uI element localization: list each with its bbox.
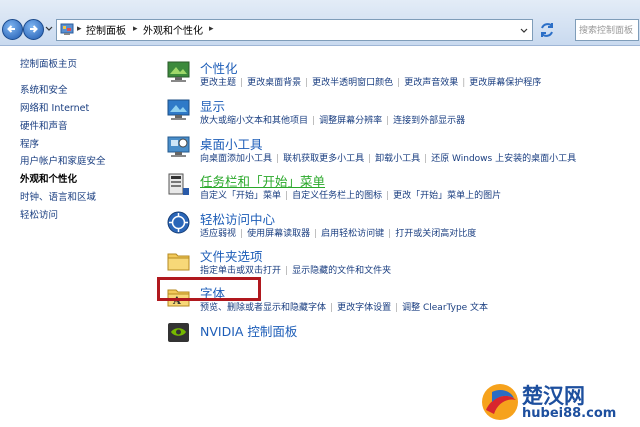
forward-button[interactable] — [23, 19, 44, 40]
breadcrumb-separator[interactable]: ▸ — [133, 24, 138, 34]
link-restore-gadgets[interactable]: 还原 Windows 上安装的桌面小工具 — [431, 154, 576, 164]
address-bar[interactable]: ▸ 控制面板 ▸ 外观和个性化 ▸ — [56, 19, 533, 41]
category-links-ease-of-access: 适应弱视 | 使用屏幕读取器 | 启用轻松访问键 | 打开或关闭高对比度 — [200, 229, 477, 239]
link-high-contrast[interactable]: 打开或关闭高对比度 — [395, 229, 476, 239]
category-links-display: 放大或缩小文本和其他项目 | 调整屏幕分辨率 | 连接到外部显示器 — [200, 116, 466, 126]
folder-options-icon[interactable] — [166, 248, 191, 273]
link-text-size[interactable]: 放大或缩小文本和其他项目 — [200, 116, 308, 126]
personalization-icon[interactable] — [166, 59, 191, 84]
link-change-background[interactable]: 更改桌面背景 — [247, 78, 301, 88]
link-taskbar-icons[interactable]: 自定义任务栏上的图标 — [292, 191, 382, 201]
link-start-picture[interactable]: 更改「开始」菜单上的图片 — [393, 191, 501, 201]
link-resolution[interactable]: 调整屏幕分辨率 — [319, 116, 382, 126]
link-cleartype[interactable]: 调整 ClearType 文本 — [402, 303, 488, 313]
link-click-open[interactable]: 指定单击或双击打开 — [200, 266, 281, 276]
sidebar-item-user-accounts[interactable]: 用户帐户和家庭安全 — [20, 153, 106, 167]
link-window-color[interactable]: 更改半透明窗口颜色 — [312, 78, 393, 88]
arrow-right-icon — [30, 25, 38, 33]
link-access-keys[interactable]: 启用轻松访问键 — [321, 229, 384, 239]
link-screensaver[interactable]: 更改屏幕保护程序 — [469, 78, 541, 88]
breadcrumb-appearance[interactable]: 外观和个性化 — [143, 22, 203, 37]
sidebar-item-home[interactable]: 控制面板主页 — [20, 56, 77, 70]
link-preview-fonts[interactable]: 预览、删除或者显示和隐藏字体 — [200, 303, 326, 313]
address-history-dropdown[interactable] — [518, 24, 530, 36]
sidebar-item-appearance[interactable]: 外观和个性化 — [20, 171, 77, 185]
category-list: 个性化 更改主题 | 更改桌面背景 | 更改半透明窗口颜色 | 更改声音效果 | 更改屏幕保护程… — [153, 46, 640, 427]
display-icon[interactable] — [166, 97, 191, 122]
breadcrumb-separator[interactable]: ▸ — [209, 24, 214, 34]
control-panel-icon — [60, 23, 74, 35]
link-screen-reader[interactable]: 使用屏幕读取器 — [247, 229, 310, 239]
search-placeholder: 搜索控制面板 — [579, 26, 634, 36]
ease-of-access-icon[interactable] — [166, 210, 191, 235]
taskbar-icon[interactable] — [166, 172, 191, 197]
link-change-theme[interactable]: 更改主题 — [200, 78, 236, 88]
recent-pages-dropdown[interactable] — [45, 26, 53, 32]
link-get-more-gadgets[interactable]: 联机获取更多小工具 — [283, 154, 364, 164]
category-links-gadgets: 向桌面添加小工具 | 联机获取更多小工具 | 卸载小工具 | 还原 Windows 上安装的… — [200, 154, 577, 164]
category-links-personalization: 更改主题 | 更改桌面背景 | 更改半透明窗口颜色 | 更改声音效果 | 更改屏幕保护程序 — [200, 78, 542, 88]
sidebar-item-programs[interactable]: 程序 — [20, 136, 39, 150]
link-font-settings[interactable]: 更改字体设置 — [337, 303, 391, 313]
sidebar-item-ease-of-access[interactable]: 轻松访问 — [20, 207, 58, 221]
gadgets-icon[interactable] — [166, 134, 191, 159]
link-add-gadgets[interactable]: 向桌面添加小工具 — [200, 154, 272, 164]
category-title-nvidia[interactable]: NVIDIA 控制面板 — [200, 321, 297, 340]
watermark-logo-icon — [482, 384, 518, 420]
arrow-left-icon — [7, 25, 15, 33]
search-input[interactable]: 搜索控制面板 — [575, 19, 639, 41]
watermark-url: hubei88.com — [522, 406, 617, 421]
sidebar: 控制面板主页 系统和安全 网络和 Internet 硬件和声音 程序 用户帐户和… — [0, 46, 153, 427]
refresh-button[interactable] — [536, 19, 558, 41]
address-toolbar: ▸ 控制面板 ▸ 外观和个性化 ▸ 搜索控制面板 — [0, 0, 640, 46]
sidebar-item-network[interactable]: 网络和 Internet — [20, 100, 89, 114]
nvidia-icon[interactable] — [166, 320, 191, 345]
link-external-display[interactable]: 连接到外部显示器 — [393, 116, 465, 126]
link-low-vision[interactable]: 适应弱视 — [200, 229, 236, 239]
watermark: 楚汉网 hubei88.com — [470, 378, 640, 427]
sidebar-item-hardware-sound[interactable]: 硬件和声音 — [20, 118, 68, 132]
fonts-highlight-box — [157, 277, 261, 301]
sidebar-item-system-security[interactable]: 系统和安全 — [20, 82, 68, 96]
sidebar-item-clock-region[interactable]: 时钟、语言和区域 — [20, 189, 96, 203]
category-links-folder-options: 指定单击或双击打开 | 显示隐藏的文件和文件夹 — [200, 266, 392, 276]
back-button[interactable] — [2, 19, 23, 40]
category-links-fonts: 预览、删除或者显示和隐藏字体 | 更改字体设置 | 调整 ClearType 文本 — [200, 303, 489, 313]
breadcrumb-separator[interactable]: ▸ — [77, 24, 82, 34]
link-hidden-files[interactable]: 显示隐藏的文件和文件夹 — [292, 266, 391, 276]
link-customize-start[interactable]: 自定义「开始」菜单 — [200, 191, 281, 201]
category-links-taskbar: 自定义「开始」菜单 | 自定义任务栏上的图标 | 更改「开始」菜单上的图片 — [200, 191, 502, 201]
breadcrumb-control-panel[interactable]: 控制面板 — [86, 22, 126, 37]
link-sound-effects[interactable]: 更改声音效果 — [404, 78, 458, 88]
link-uninstall-gadget[interactable]: 卸载小工具 — [375, 154, 420, 164]
